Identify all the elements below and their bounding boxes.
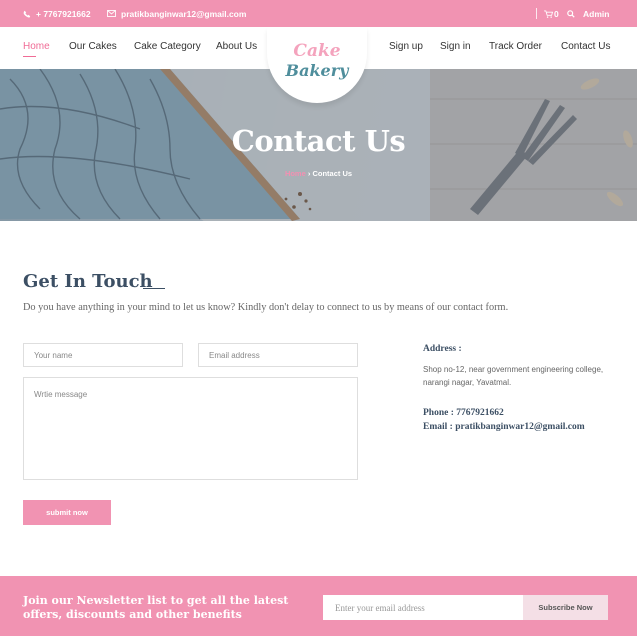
name-input[interactable]: Your name	[23, 343, 183, 367]
nav-about-us[interactable]: About Us	[216, 41, 257, 52]
breadcrumb-current: Contact Us	[312, 169, 353, 178]
address-text: Shop no-12, near government engineering …	[423, 365, 604, 387]
search-icon	[567, 9, 575, 18]
email-address: pratikbanginwar12@gmail.com	[121, 8, 247, 19]
envelope-icon	[107, 10, 116, 17]
nav-contact-us[interactable]: Contact Us	[561, 41, 610, 52]
message-placeholder: Wrtie message	[34, 390, 88, 399]
topbar-divider	[536, 8, 537, 19]
nav-sign-up[interactable]: Sign up	[389, 41, 423, 52]
phone-contact[interactable]: + 7767921662	[23, 0, 91, 27]
nav-sign-in[interactable]: Sign in	[440, 41, 471, 52]
phone-icon	[23, 10, 31, 18]
message-textarea[interactable]: Wrtie message	[23, 377, 358, 480]
nav-our-cakes[interactable]: Our Cakes	[69, 41, 117, 52]
subscribe-button[interactable]: Subscribe Now	[523, 595, 608, 620]
email-info: Email : pratikbanginwar12@gmail.com	[423, 422, 585, 432]
nav-track-order[interactable]: Track Order	[489, 41, 542, 52]
cart-icon	[544, 9, 553, 18]
phone-info: Phone : 7767921662	[423, 408, 504, 418]
name-placeholder: Your name	[34, 350, 73, 360]
nav-active-underline	[23, 56, 36, 57]
admin-label: Admin	[583, 8, 610, 19]
phone-number: + 7767921662	[36, 8, 91, 19]
nav-home[interactable]: Home	[23, 41, 50, 52]
title-underline	[143, 288, 165, 289]
search-button[interactable]	[567, 0, 575, 27]
email-placeholder: Email address	[209, 350, 260, 360]
cart-count: 0	[554, 8, 559, 19]
newsletter-email-input[interactable]: Enter your email address	[323, 595, 523, 620]
newsletter-title: Join our Newsletter list to get all the …	[23, 594, 289, 621]
logo-text-cake: Cake	[293, 41, 341, 61]
email-input[interactable]: Email address	[198, 343, 358, 367]
address-label: Address :	[423, 344, 462, 354]
newsletter-section: Join our Newsletter list to get all the …	[0, 576, 637, 636]
newsletter-placeholder: Enter your email address	[335, 602, 425, 613]
top-bar: + 7767921662 pratikbanginwar12@gmail.com…	[0, 0, 637, 27]
breadcrumb: Home › Contact Us	[0, 169, 637, 178]
page-title: Contact Us	[231, 124, 406, 158]
logo-text-bakery: Bakery	[285, 61, 349, 80]
breadcrumb-home[interactable]: Home	[285, 169, 306, 178]
section-description: Do you have anything in your mind to let…	[23, 302, 509, 313]
admin-link[interactable]: Admin	[583, 0, 609, 27]
email-contact[interactable]: pratikbanginwar12@gmail.com	[107, 0, 246, 27]
submit-button[interactable]: submit now	[23, 500, 111, 525]
cart-button[interactable]: 0	[544, 0, 559, 27]
nav-cake-category[interactable]: Cake Category	[134, 41, 201, 52]
section-title: Get In Touch	[23, 271, 153, 292]
breadcrumb-separator: ›	[307, 169, 311, 178]
